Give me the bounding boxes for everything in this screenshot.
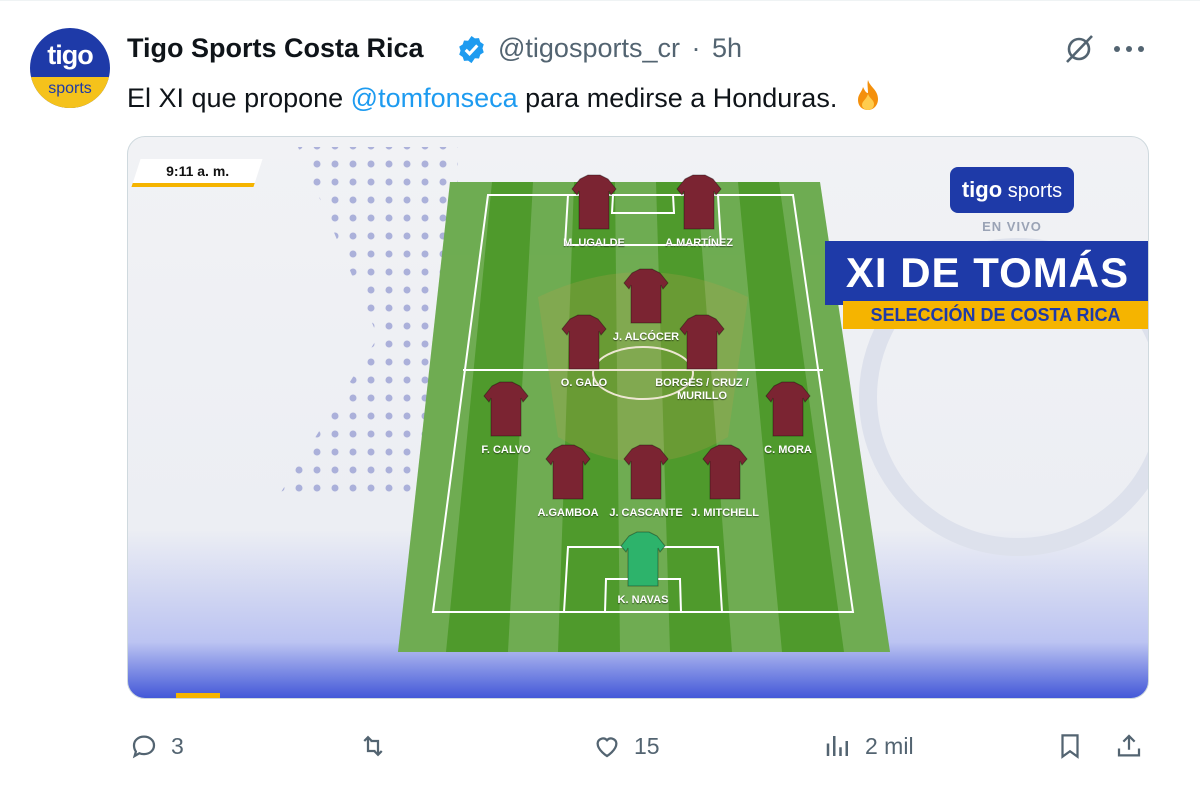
post-time[interactable]: 5h: [712, 33, 742, 63]
post-meta: @tigosports_cr · 5h: [498, 33, 742, 64]
player-name: A.MARTÍNEZ: [665, 237, 733, 249]
author-name[interactable]: Tigo Sports Costa Rica: [127, 33, 424, 64]
logo-sports-text: sports: [1007, 180, 1063, 202]
player-jersey: [679, 314, 725, 370]
author-handle[interactable]: @tigosports_cr: [498, 33, 680, 63]
views-icon: [826, 736, 848, 756]
post-text: El XI que propone @tomfonseca para medir…: [127, 78, 885, 114]
meta-separator: ·: [691, 33, 701, 63]
logo-tigo-text: tigo: [961, 177, 1003, 202]
grok-icon[interactable]: [1062, 32, 1096, 66]
mention-link[interactable]: @tomfonseca: [351, 83, 518, 113]
player-name: J. CASCANTE: [609, 507, 683, 519]
share-icon: [1117, 734, 1141, 757]
post-text-end: para medirse a Honduras.: [517, 83, 838, 113]
player-name-line2: MURILLO: [676, 390, 728, 402]
player-name: F. CALVO: [481, 444, 531, 456]
player-name: A.GAMBOA: [537, 507, 599, 519]
player-jersey: [620, 531, 666, 587]
player-jersey: [676, 174, 722, 230]
lineup-title: XI DE TOMÁS: [845, 249, 1130, 296]
player-jersey: [545, 444, 591, 500]
lineup-subtitle: SELECCIÓN DE COSTA RICA: [870, 305, 1121, 325]
player-name: M. UGALDE: [563, 237, 625, 249]
top-divider: [0, 0, 1200, 1]
player-jersey: [623, 268, 669, 324]
repost-icon: [363, 735, 383, 757]
bookmark-icon: [1061, 734, 1079, 759]
reply-icon: [132, 735, 156, 759]
lineup-title-box: XI DE TOMÁS: [825, 241, 1148, 305]
author-avatar[interactable]: tigo sports: [30, 28, 110, 108]
views-button[interactable]: 2 mil: [823, 728, 914, 764]
reply-count: 3: [171, 732, 184, 759]
player-name-group: BORGES / CRUZ / MURILLO: [655, 377, 749, 403]
tigo-sports-logo: tigo sports: [950, 167, 1074, 213]
avatar-text-bottom: sports: [30, 77, 110, 108]
timestamp-badge: 9:11 a. m.: [131, 159, 263, 187]
player-name: O. GALO: [560, 377, 608, 389]
player-jersey: [571, 174, 617, 230]
post-image[interactable]: 9:11 a. m. tigo sports EN VIVO XI DE TOM…: [127, 136, 1149, 699]
more-options-icon[interactable]: [1111, 42, 1147, 56]
like-icon: [596, 737, 618, 758]
fire-emoji-icon: [857, 80, 878, 110]
player-name-line1: BORGES / CRUZ /: [655, 377, 749, 389]
progress-accent-bar: [176, 693, 220, 698]
player-jersey: [561, 314, 607, 370]
share-button[interactable]: [1114, 728, 1144, 764]
player-jersey: [483, 381, 529, 437]
player-name: J. MITCHELL: [691, 507, 759, 519]
player-name: C. MORA: [764, 444, 812, 456]
repost-button[interactable]: [358, 728, 400, 764]
player-jersey: [702, 444, 748, 500]
live-label: EN VIVO: [982, 219, 1042, 234]
views-count: 2 mil: [865, 732, 914, 759]
bookmark-button[interactable]: [1055, 728, 1085, 764]
timestamp-text: 9:11 a. m.: [166, 163, 230, 179]
player-name: J. ALCÓCER: [612, 331, 680, 343]
player-name: K. NAVAS: [617, 594, 669, 606]
player-jersey: [765, 381, 811, 437]
like-button[interactable]: 15: [592, 728, 660, 764]
post-text-start: El XI que propone: [127, 83, 351, 113]
player-jersey: [623, 444, 669, 500]
verified-badge-icon: [459, 35, 484, 64]
lineup-subtitle-box: SELECCIÓN DE COSTA RICA: [843, 301, 1148, 329]
reply-button[interactable]: 3: [129, 728, 184, 764]
like-count: 15: [634, 732, 660, 759]
avatar-text-top: tigo: [47, 40, 93, 70]
